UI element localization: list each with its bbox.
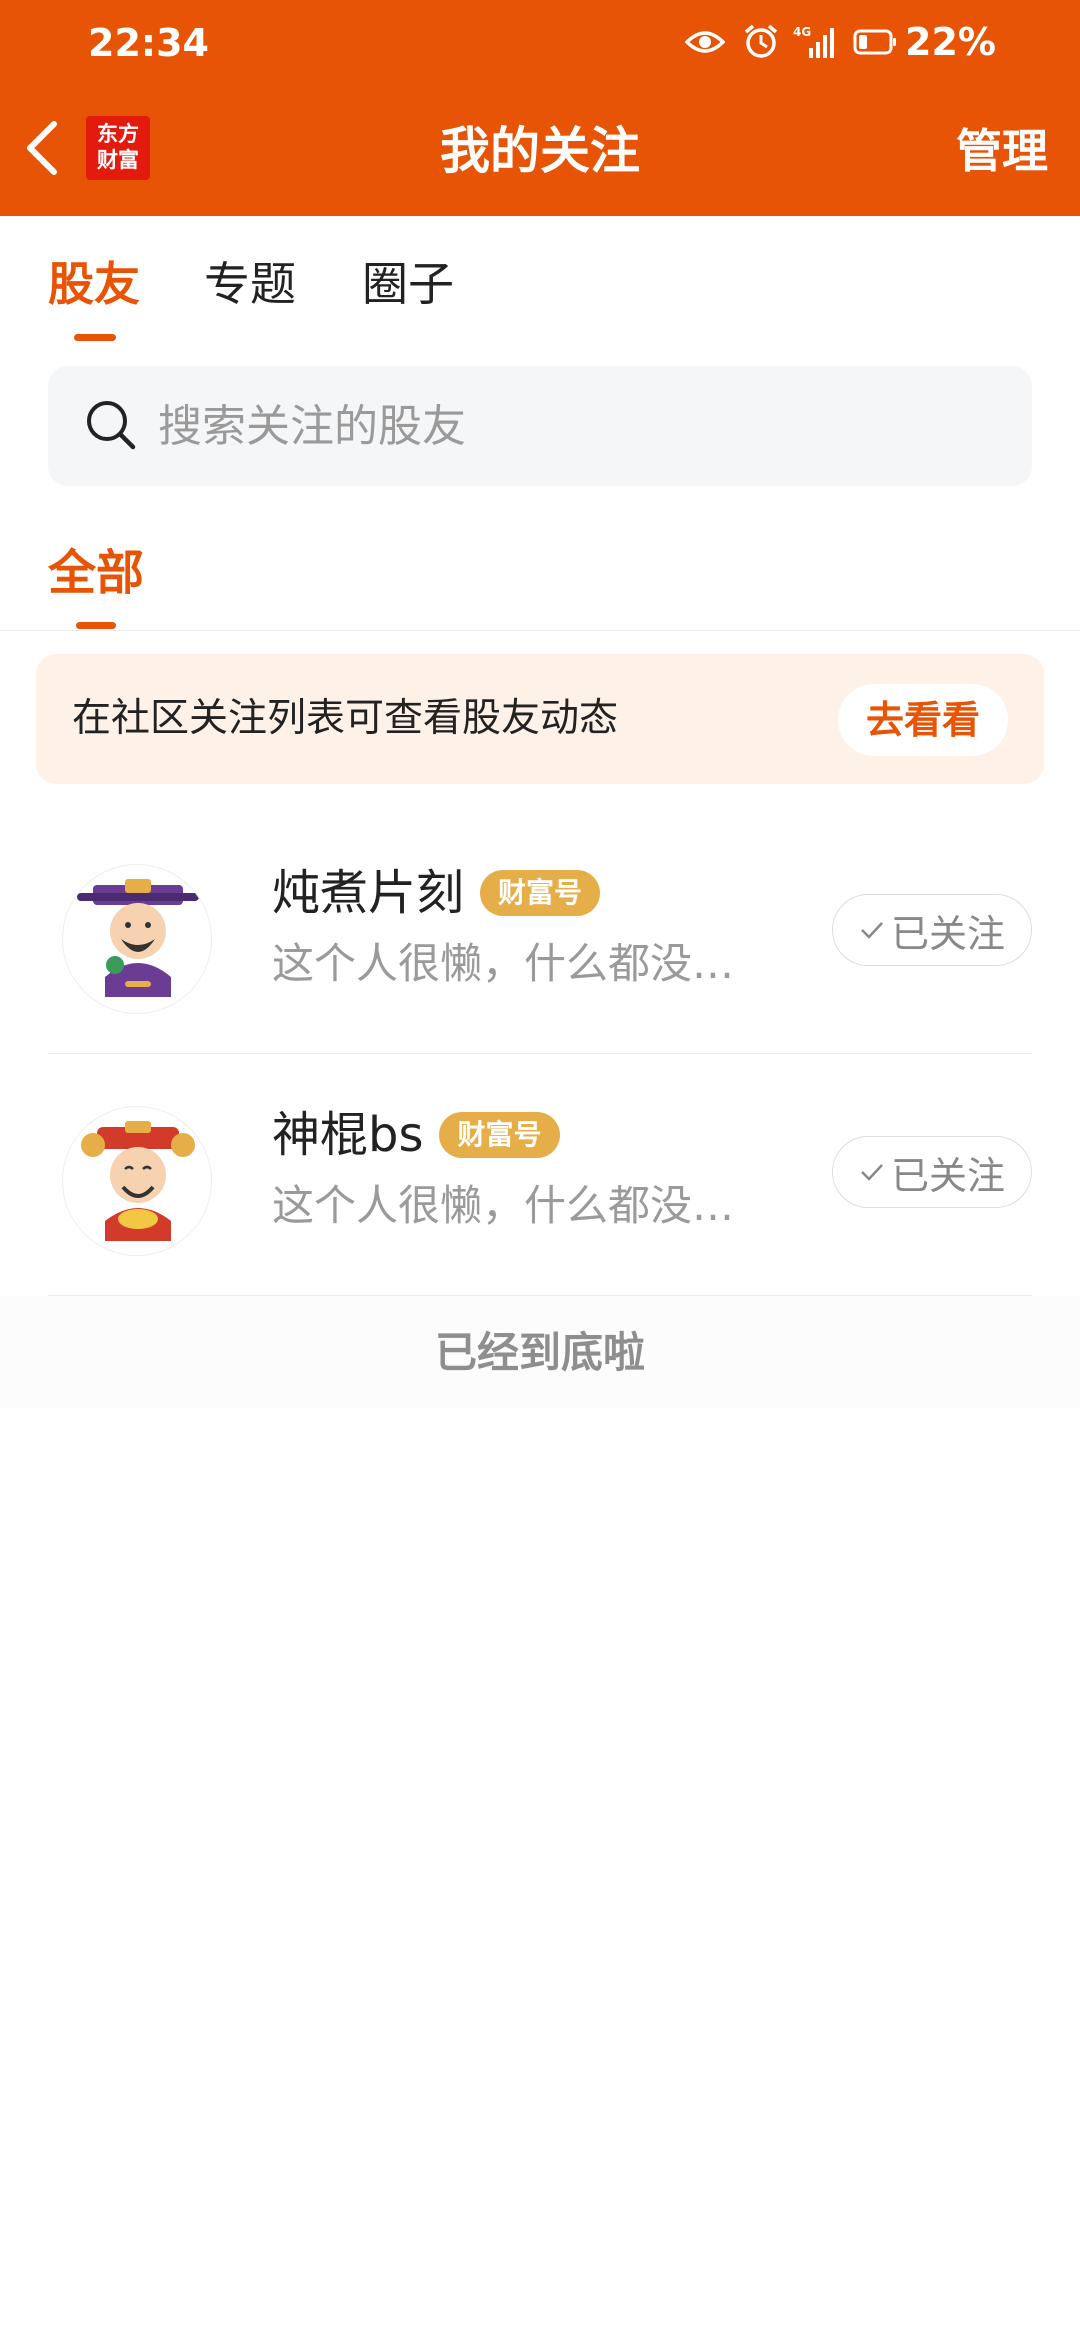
followed-button[interactable]: 已关注 bbox=[832, 894, 1032, 966]
eye-icon bbox=[685, 28, 726, 56]
followed-button-label: 已关注 bbox=[890, 911, 1005, 956]
god-of-wealth-red-avatar-icon bbox=[81, 1121, 195, 1241]
user-bio: 这个人很懒，什么都没… bbox=[272, 939, 735, 988]
category-tabs: 股友 专题 圈子 bbox=[0, 216, 1080, 351]
god-of-wealth-purple-avatar-icon bbox=[77, 879, 199, 997]
active-tab-indicator bbox=[74, 334, 116, 341]
filter-all-tab[interactable]: 全部 bbox=[48, 540, 144, 606]
user-name[interactable]: 炖煮片刻 bbox=[272, 860, 464, 926]
banner-text: 在社区关注列表可查看股友动态 bbox=[72, 696, 619, 741]
header-bar: 22:34 4G 22% 东方 财富 我的关注 管理 bbox=[0, 0, 1080, 216]
tab-topics[interactable]: 专题 bbox=[204, 252, 296, 316]
alarm-icon bbox=[743, 24, 779, 60]
avatar[interactable] bbox=[62, 1106, 212, 1256]
manage-button[interactable]: 管理 bbox=[956, 120, 1048, 182]
go-see-button[interactable]: 去看看 bbox=[838, 684, 1008, 756]
status-icons: 4G 22% bbox=[685, 12, 1080, 72]
list-end-area: 已经到底啦 bbox=[0, 1296, 1080, 1408]
followed-button-label: 已关注 bbox=[890, 1153, 1005, 1198]
wealth-account-badge: 财富号 bbox=[480, 870, 601, 916]
followed-button[interactable]: 已关注 bbox=[832, 1136, 1032, 1208]
check-icon bbox=[859, 1161, 885, 1183]
search-input[interactable] bbox=[158, 394, 958, 458]
status-time: 22:34 bbox=[88, 21, 209, 65]
filter-tab-indicator bbox=[76, 622, 116, 629]
check-icon bbox=[859, 919, 885, 941]
page-title: 我的关注 bbox=[440, 122, 640, 180]
user-name-line: 炖煮片刻 财富号 bbox=[272, 858, 601, 928]
community-tip-banner: 在社区关注列表可查看股友动态 去看看 bbox=[36, 654, 1044, 784]
signal-icon: 4G bbox=[793, 24, 837, 60]
avatar[interactable] bbox=[62, 864, 212, 1014]
follow-list-item[interactable]: 神棍bs 财富号 这个人很懒，什么都没… 已关注 bbox=[48, 1054, 1032, 1296]
tab-friends[interactable]: 股友 bbox=[48, 252, 140, 316]
end-of-list-text: 已经到底啦 bbox=[434, 1328, 645, 1377]
tab-circles[interactable]: 圈子 bbox=[362, 252, 454, 316]
user-name-line: 神棍bs 财富号 bbox=[272, 1100, 560, 1170]
follow-list-item[interactable]: 炖煮片刻 财富号 这个人很懒，什么都没… 已关注 bbox=[48, 812, 1032, 1054]
battery-percent: 22% bbox=[905, 20, 996, 64]
user-name[interactable]: 神棍bs bbox=[272, 1102, 423, 1168]
battery-icon bbox=[853, 29, 897, 55]
divider bbox=[0, 630, 1080, 631]
network-type: 4G bbox=[793, 25, 811, 39]
search-icon bbox=[84, 398, 138, 456]
wealth-account-badge: 财富号 bbox=[439, 1112, 560, 1158]
search-bar[interactable] bbox=[48, 366, 1032, 486]
user-bio: 这个人很懒，什么都没… bbox=[272, 1181, 735, 1230]
